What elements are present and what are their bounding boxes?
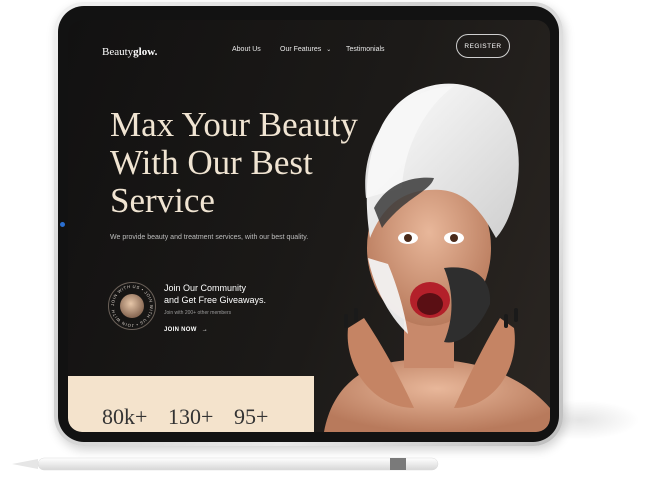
hero-model-image [324,83,550,432]
join-now-link[interactable]: JOIN NOW → [164,327,208,333]
website-screen: Beautyglow. About Us Our Features ⌄ Test… [68,20,550,432]
headline-line-3: Service [110,181,215,220]
stylus-pencil [12,457,439,471]
chevron-down-icon: ⌄ [326,47,332,53]
stat-value: 130+ [168,404,214,429]
tablet-bezel: Beautyglow. About Us Our Features ⌄ Test… [58,6,559,442]
brand-logo[interactable]: Beautyglow. [102,46,157,58]
nav-about[interactable]: About Us [232,46,261,53]
nav-features-label: Our Features [280,46,322,53]
arrow-right-icon: → [201,327,209,333]
avatar [120,294,144,318]
community-heading: Join Our Community and Get Free Giveaway… [164,282,294,306]
register-button[interactable]: REGISTER [456,34,510,58]
join-now-label: JOIN NOW [164,327,197,333]
headline-line-2: With Our Best [110,143,313,182]
camera-icon [60,222,65,227]
members-count: Join with 200+ other members [164,310,232,316]
hero-subtitle: We provide beauty and treatment services… [110,234,309,241]
join-badge[interactable]: JOIN WITH US • JOIN WITH US • JOIN WITH … [108,282,156,330]
community-line-1: Join Our Community [164,283,247,293]
tablet-device: Beautyglow. About Us Our Features ⌄ Test… [54,2,563,446]
community-line-2: and Get Free Giveaways. [164,295,267,305]
nav-testimonials[interactable]: Testimonials [346,46,385,53]
stat-value: 95+ [234,404,269,429]
nav-features[interactable]: Our Features ⌄ [280,46,331,53]
stat-value: 80k+ [102,404,148,429]
